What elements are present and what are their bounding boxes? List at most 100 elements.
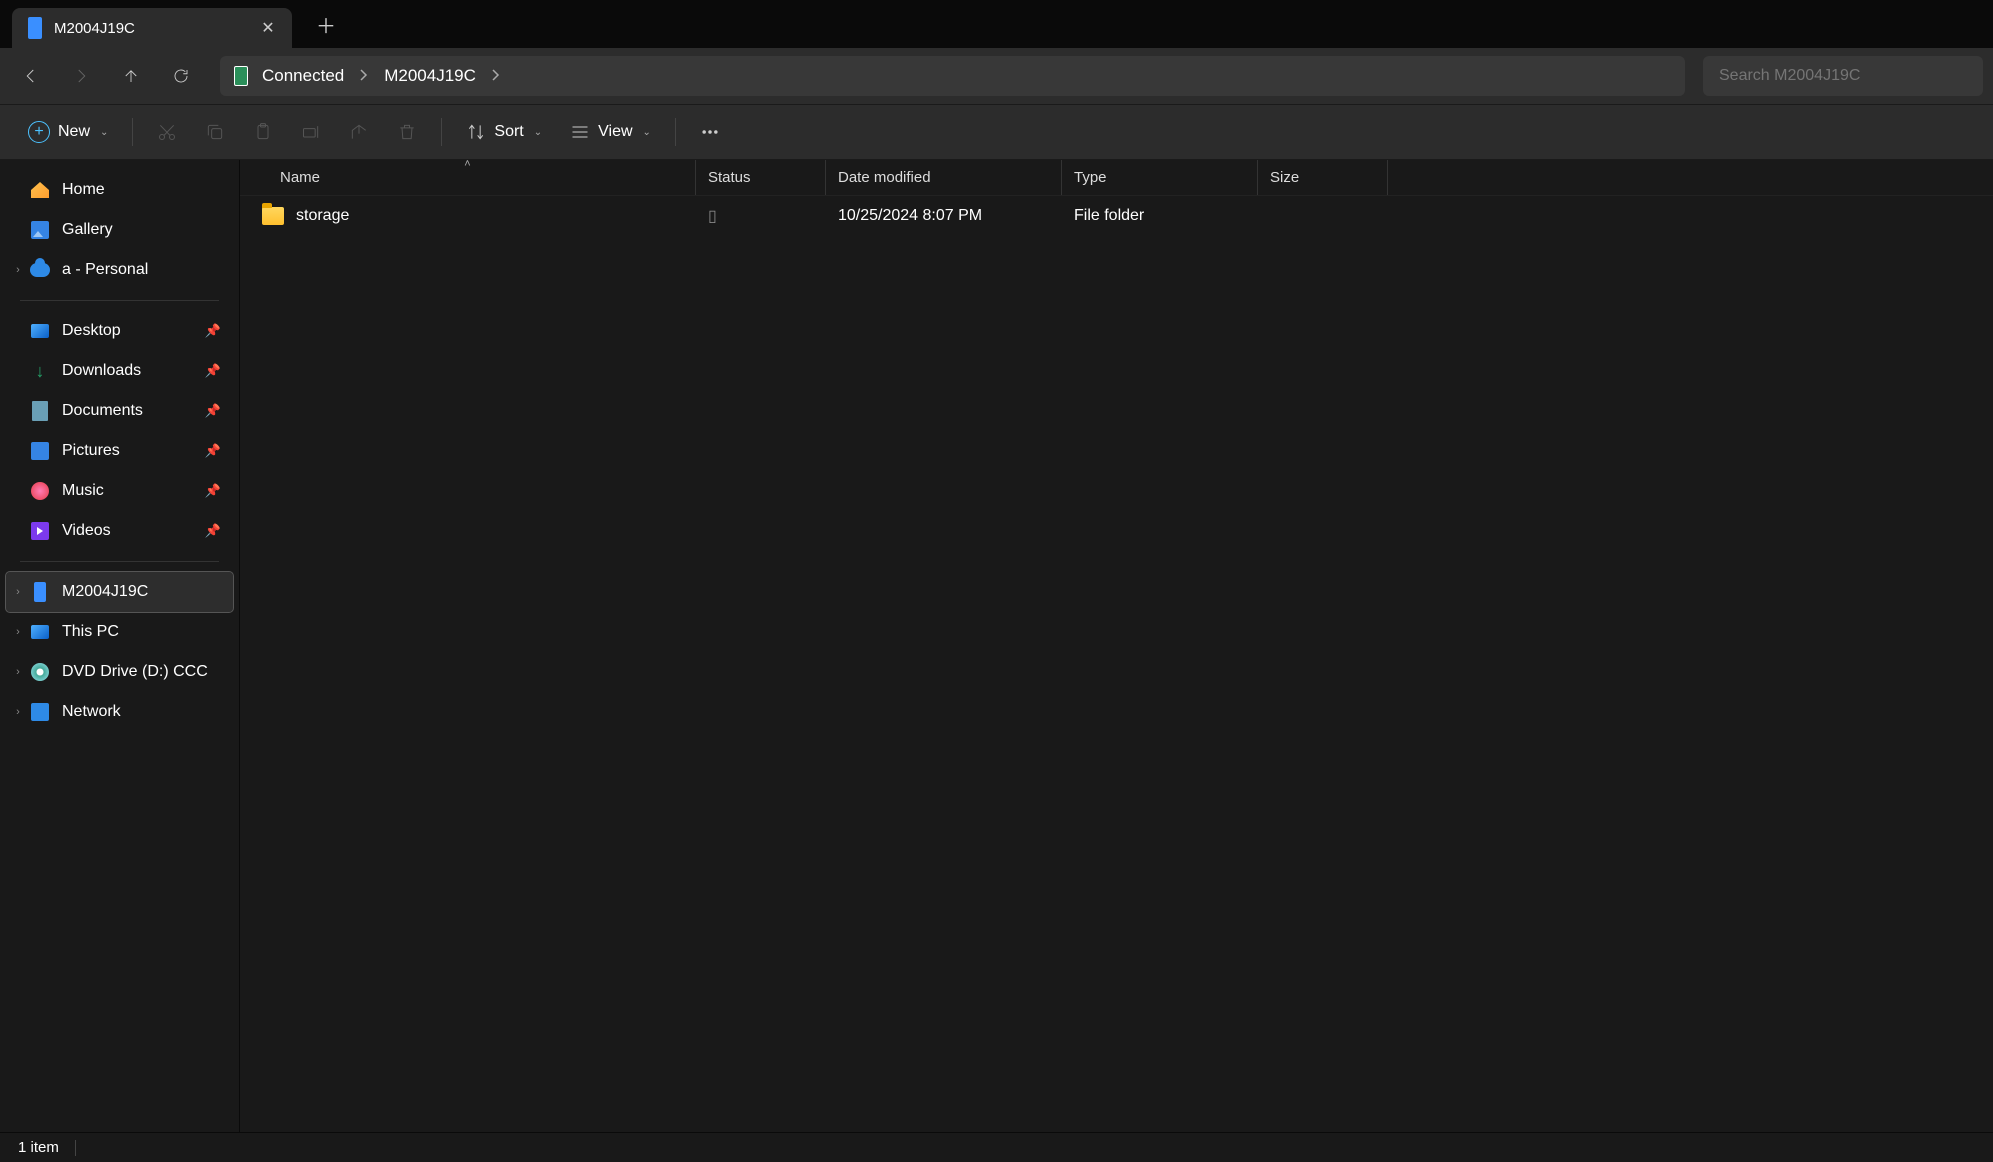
device-icon xyxy=(234,66,248,86)
cell-status: ▯ xyxy=(696,206,826,226)
network-icon xyxy=(30,702,50,722)
close-tab-button[interactable]: ✕ xyxy=(260,18,276,38)
forward-button[interactable] xyxy=(60,55,102,97)
chevron-right-icon[interactable]: › xyxy=(10,666,26,678)
sidebar-item-network[interactable]: › Network xyxy=(6,692,233,732)
sidebar: Home Gallery › a - Personal Desktop 📌 ↓ … xyxy=(0,160,240,1132)
search-input[interactable] xyxy=(1719,67,1967,85)
breadcrumb-segment[interactable]: Connected xyxy=(262,66,370,86)
search-bar[interactable] xyxy=(1703,56,1983,96)
delete-button[interactable] xyxy=(385,112,429,152)
pc-icon xyxy=(30,622,50,642)
cell-name: storage xyxy=(240,207,696,225)
toolbar: + New ⌄ Sort ⌄ View ⌄ xyxy=(0,104,1993,160)
share-button[interactable] xyxy=(337,112,381,152)
column-headers: ˄ Name Status Date modified Type Size xyxy=(240,160,1993,196)
more-button[interactable] xyxy=(688,112,732,152)
sidebar-item-videos[interactable]: Videos 📌 xyxy=(6,511,233,551)
pictures-icon xyxy=(30,441,50,461)
documents-icon xyxy=(30,401,50,421)
copy-button[interactable] xyxy=(193,112,237,152)
sidebar-item-desktop[interactable]: Desktop 📌 xyxy=(6,311,233,351)
pin-icon: 📌 xyxy=(205,483,221,499)
refresh-button[interactable] xyxy=(160,55,202,97)
sidebar-item-thispc[interactable]: › This PC xyxy=(6,612,233,652)
chevron-down-icon: ⌄ xyxy=(100,127,108,138)
view-icon xyxy=(570,122,590,142)
sidebar-item-onedrive[interactable]: › a - Personal xyxy=(6,250,233,290)
sidebar-item-pictures[interactable]: Pictures 📌 xyxy=(6,431,233,471)
pin-icon: 📌 xyxy=(205,403,221,419)
chevron-down-icon: ⌄ xyxy=(643,127,651,138)
chevron-right-icon[interactable]: › xyxy=(10,626,26,638)
sidebar-item-device[interactable]: › M2004J19C xyxy=(6,572,233,612)
main-area: Home Gallery › a - Personal Desktop 📌 ↓ … xyxy=(0,160,1993,1132)
up-button[interactable] xyxy=(110,55,152,97)
cloud-icon xyxy=(30,260,50,280)
sort-icon xyxy=(466,122,486,142)
file-rows: storage ▯ 10/25/2024 8:07 PM File folder xyxy=(240,196,1993,1132)
pin-icon: 📌 xyxy=(205,363,221,379)
sidebar-item-dvd[interactable]: › DVD Drive (D:) CCC xyxy=(6,652,233,692)
chevron-right-icon[interactable]: › xyxy=(10,706,26,718)
back-button[interactable] xyxy=(10,55,52,97)
sidebar-divider xyxy=(20,561,219,562)
column-header-date[interactable]: Date modified xyxy=(826,160,1062,195)
status-bar: 1 item xyxy=(0,1132,1993,1162)
view-button[interactable]: View ⌄ xyxy=(558,112,663,152)
pin-icon: 📌 xyxy=(205,523,221,539)
paste-button[interactable] xyxy=(241,112,285,152)
breadcrumb-label: Connected xyxy=(262,66,344,86)
rename-button[interactable] xyxy=(289,112,333,152)
sidebar-item-gallery[interactable]: Gallery xyxy=(6,210,233,250)
dvd-icon xyxy=(30,662,50,682)
sidebar-item-downloads[interactable]: ↓ Downloads 📌 xyxy=(6,351,233,391)
toolbar-divider xyxy=(132,118,133,146)
download-icon: ↓ xyxy=(30,361,50,381)
chevron-right-icon[interactable] xyxy=(358,66,370,86)
phone-icon xyxy=(30,582,50,602)
chevron-right-icon[interactable] xyxy=(490,66,502,86)
sidebar-divider xyxy=(20,300,219,301)
address-bar[interactable]: Connected M2004J19C xyxy=(220,56,1685,96)
item-count: 1 item xyxy=(18,1139,59,1156)
column-header-size[interactable]: Size xyxy=(1258,160,1388,195)
sort-label: Sort xyxy=(494,123,523,141)
cut-button[interactable] xyxy=(145,112,189,152)
toolbar-divider xyxy=(441,118,442,146)
tab[interactable]: M2004J19C ✕ xyxy=(12,8,292,48)
home-icon xyxy=(30,180,50,200)
gallery-icon xyxy=(30,220,50,240)
sort-button[interactable]: Sort ⌄ xyxy=(454,112,554,152)
sidebar-item-music[interactable]: Music 📌 xyxy=(6,471,233,511)
new-button[interactable]: + New ⌄ xyxy=(16,112,120,152)
status-divider xyxy=(75,1140,76,1156)
new-label: New xyxy=(58,123,90,141)
toolbar-divider xyxy=(675,118,676,146)
pin-icon: 📌 xyxy=(205,443,221,459)
phone-icon xyxy=(28,17,42,39)
music-icon xyxy=(30,481,50,501)
file-row[interactable]: storage ▯ 10/25/2024 8:07 PM File folder xyxy=(240,196,1993,236)
column-header-type[interactable]: Type xyxy=(1062,160,1258,195)
new-tab-button[interactable]: ＋ xyxy=(306,4,346,44)
folder-icon xyxy=(262,207,284,225)
column-header-status[interactable]: Status xyxy=(696,160,826,195)
file-list: ˄ Name Status Date modified Type Size st… xyxy=(240,160,1993,1132)
plus-circle-icon: + xyxy=(28,121,50,143)
column-header-name[interactable]: ˄ Name xyxy=(240,160,696,195)
sidebar-item-home[interactable]: Home xyxy=(6,170,233,210)
breadcrumb-segment[interactable]: M2004J19C xyxy=(384,66,502,86)
tab-bar: M2004J19C ✕ ＋ xyxy=(0,0,1993,48)
sort-asc-icon: ˄ xyxy=(464,160,470,170)
cell-date: 10/25/2024 8:07 PM xyxy=(826,207,1062,225)
sidebar-item-documents[interactable]: Documents 📌 xyxy=(6,391,233,431)
chevron-right-icon[interactable]: › xyxy=(10,264,26,276)
desktop-icon xyxy=(30,321,50,341)
view-label: View xyxy=(598,123,632,141)
cell-type: File folder xyxy=(1062,207,1258,225)
breadcrumb-label: M2004J19C xyxy=(384,66,476,86)
chevron-down-icon: ⌄ xyxy=(534,127,542,138)
chevron-right-icon[interactable]: › xyxy=(10,586,26,598)
nav-bar: Connected M2004J19C xyxy=(0,48,1993,104)
